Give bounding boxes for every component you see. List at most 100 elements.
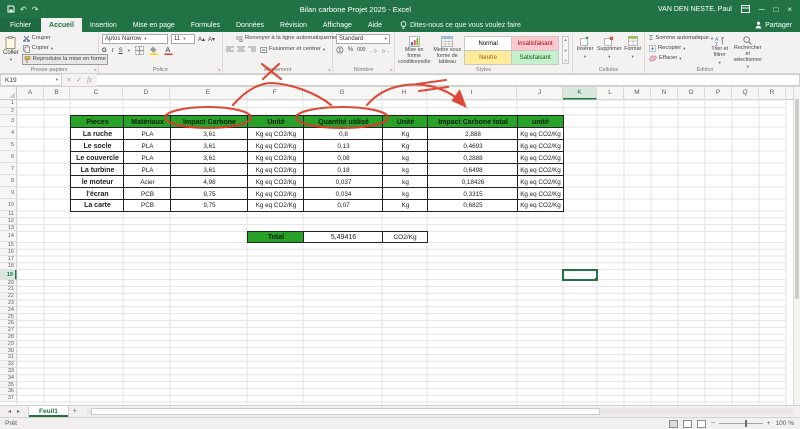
merge-center-button[interactable]: Fusionner et centrer ▾ [259,45,326,54]
row-header-35[interactable]: 35 [0,382,17,389]
column-header-R[interactable]: R [759,87,786,100]
tell-me-search[interactable]: Dites-nous ce que vous voulez faire [400,18,521,32]
row-header-18[interactable]: 18 [0,263,17,270]
table-cell-r7c7[interactable]: 0,6825 [427,199,518,212]
next-sheet-icon[interactable]: ▸ [17,408,20,415]
italic-button[interactable]: I [112,48,114,54]
worksheet-grid[interactable]: ABCDEFGHIJKLMNOPQR1234567891011121314151… [0,87,793,405]
decrease-decimal-icon[interactable]: 0→ [382,47,391,54]
grow-font-button[interactable]: A▴ [198,36,205,43]
table-cell-r7c8[interactable]: Kg eq CO2/Kg [517,199,564,212]
zoom-in-icon[interactable]: + [767,420,771,427]
row-header-21[interactable]: 21 [0,286,17,293]
clear-button[interactable]: Effacer ▾ [648,54,706,63]
row-header-3[interactable]: 3 [0,115,17,127]
row-header-28[interactable]: 28 [0,334,17,341]
add-sheet-button[interactable]: + [69,406,81,417]
select-all-corner[interactable] [0,87,17,100]
format-painter-button[interactable]: Reproduire la mise en forme [22,54,108,65]
bold-button[interactable]: G [102,48,107,54]
zoom-slider-thumb[interactable] [745,420,747,427]
cancel-entry-icon[interactable]: × [67,77,71,84]
qat-dropdown-icon[interactable]: ▾ [43,6,45,12]
style-neutre[interactable]: Neutre [465,51,511,64]
table-cell-r7c2[interactable]: PCB [123,199,171,212]
row-header-1[interactable]: 1 [0,100,17,108]
restore-button[interactable]: □ [773,5,778,14]
page-break-view-icon[interactable] [697,420,706,428]
row-header-8[interactable]: 8 [0,175,17,187]
font-family-combo[interactable]: Aptos Narrow ▾ [102,34,168,44]
gallery-down-icon[interactable]: ▾ [564,48,566,54]
ribbon-display-options-icon[interactable] [741,5,750,13]
format-cells-button[interactable]: Format ▾ [624,34,641,60]
column-header-D[interactable]: D [123,87,170,100]
row-header-19[interactable]: 19 [0,270,17,280]
column-header-B[interactable]: B [44,87,70,100]
redo-icon[interactable]: ↷ [32,5,39,14]
tab-formules[interactable]: Formules [183,18,228,32]
row-header-2[interactable]: 2 [0,108,17,116]
sheet-tab-feuil1[interactable]: Feuil1 [28,406,69,417]
vertical-scrollbar[interactable] [793,87,800,405]
save-icon[interactable] [7,5,15,13]
tab-données[interactable]: Données [228,18,272,32]
row-header-20[interactable]: 20 [0,280,17,287]
row-header-5[interactable]: 5 [0,139,17,151]
alignment-dialog-launcher[interactable]: ↘ [327,67,331,73]
column-header-K[interactable]: K [563,87,597,100]
horizontal-scrollbar-thumb[interactable] [91,408,600,415]
row-header-27[interactable]: 27 [0,327,17,334]
row-header-6[interactable]: 6 [0,151,17,163]
normal-view-icon[interactable] [669,420,678,428]
paste-button[interactable]: Coller ▾ [3,34,19,63]
style-insatisfaisant[interactable]: Insatisfaisant [512,37,558,50]
row-header-22[interactable]: 22 [0,293,17,300]
tab-accueil[interactable]: Accueil [41,18,82,32]
formula-input[interactable] [97,74,800,86]
conditional-formatting-button[interactable]: Mise en forme conditionnelle [398,34,430,65]
column-header-E[interactable]: E [170,87,247,100]
row-header-17[interactable]: 17 [0,256,17,263]
fill-button[interactable]: Recopier ▾ [648,44,706,53]
wrap-text-button[interactable]: Renvoyer à la ligne automatiquement [235,34,342,43]
prev-sheet-icon[interactable]: ◂ [8,408,11,415]
row-header-4[interactable]: 4 [0,127,17,139]
table-cell-r7c5[interactable]: 0,07 [303,199,383,212]
share-button[interactable]: Partager [755,18,800,32]
underline-dropdown-icon[interactable]: ▾ [128,48,130,54]
cut-button[interactable]: Couper [22,34,108,43]
enter-entry-icon[interactable]: ✓ [76,76,82,84]
shrink-font-button[interactable]: A▾ [208,36,215,43]
tab-insertion[interactable]: Insertion [82,18,125,32]
tab-révision[interactable]: Révision [272,18,315,32]
tab-fichier[interactable]: Fichier [0,18,41,32]
font-dialog-launcher[interactable]: ↘ [217,67,221,73]
page-layout-view-icon[interactable] [683,420,692,428]
align-left-icon[interactable] [226,46,234,53]
row-header-23[interactable]: 23 [0,300,17,307]
number-format-combo[interactable]: Standard ▾ [336,34,390,44]
row-header-34[interactable]: 34 [0,375,17,382]
format-as-table-button[interactable]: Mettre sous forme de tableau [433,34,461,65]
column-header-F[interactable]: F [247,87,303,100]
minimize-button[interactable]: ─ [759,5,765,14]
indent-icon[interactable] [248,46,256,53]
column-header-N[interactable]: N [651,87,678,100]
row-header-31[interactable]: 31 [0,354,17,361]
sort-filter-button[interactable]: AZ Trier et filtrer ▾ [709,34,730,65]
styles-gallery-scroll[interactable]: ▴▾≡ [562,36,569,64]
vertical-scrollbar-thumb[interactable] [795,99,799,299]
zoom-slider[interactable] [719,423,763,424]
borders-icon[interactable] [135,46,144,55]
table-cell-r7c6[interactable]: Kg [382,199,428,212]
total-label-cell[interactable]: Total [247,231,304,243]
horizontal-scrollbar[interactable] [87,408,794,415]
tab-aide[interactable]: Aide [360,18,390,32]
insert-cells-button[interactable]: Insérer ▾ [576,34,594,60]
row-header-25[interactable]: 25 [0,314,17,321]
column-header-I[interactable]: I [427,87,517,100]
undo-icon[interactable]: ↶ [20,5,27,14]
number-dialog-launcher[interactable]: ↘ [389,67,393,73]
gallery-more-icon[interactable]: ≡ [564,58,567,63]
